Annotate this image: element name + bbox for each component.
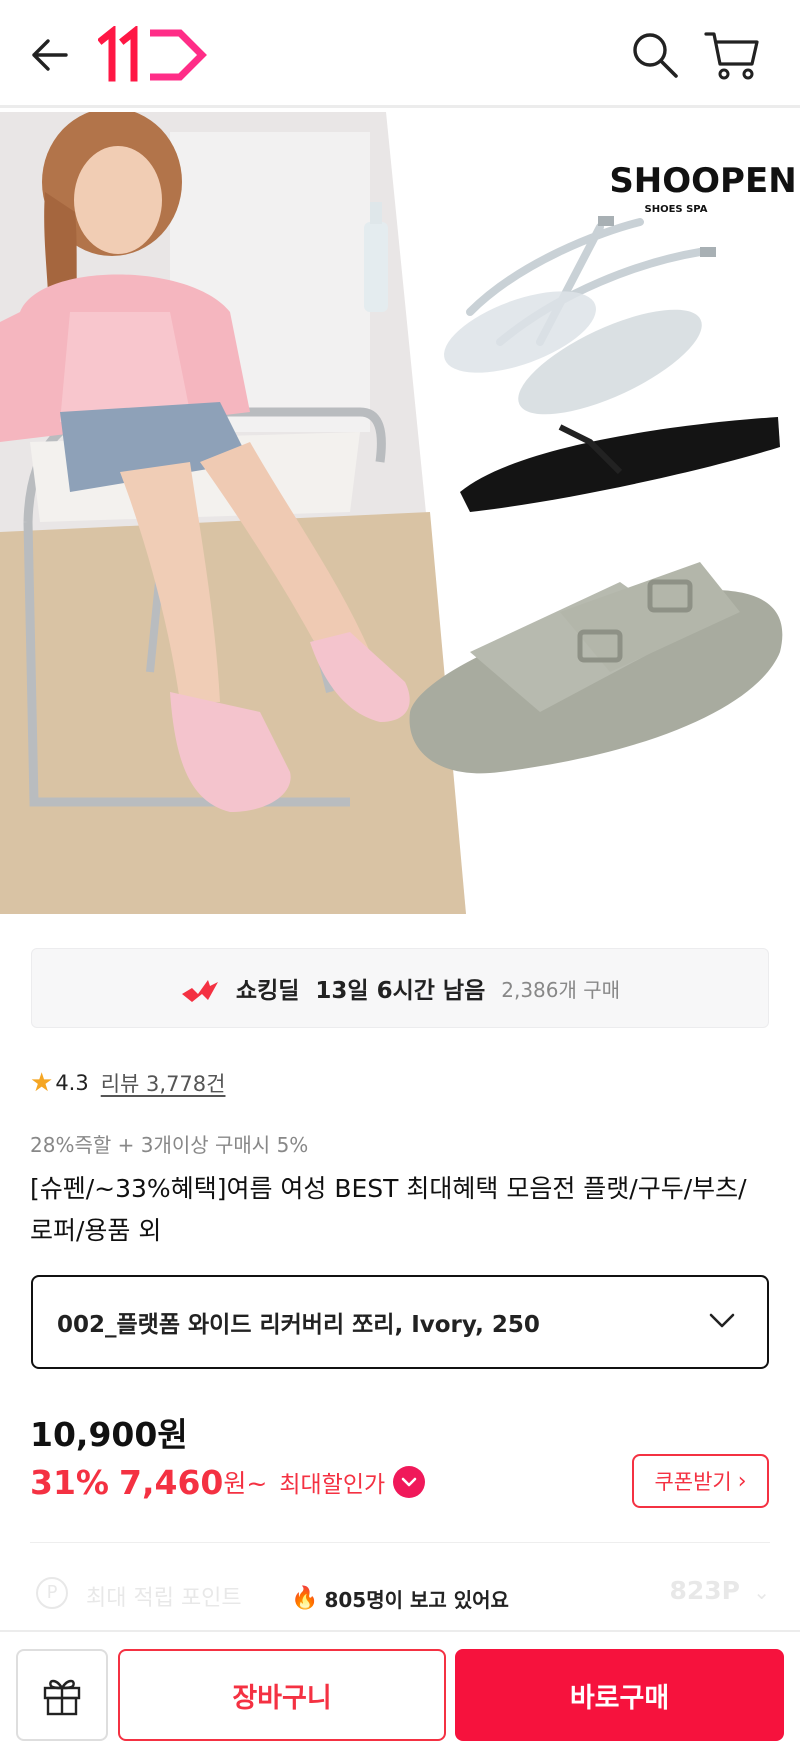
chevron-down-icon: [709, 1313, 735, 1328]
shocking-deal-icon: [181, 980, 218, 1002]
product-title: [슈펜/~33%혜택]여름 여성 BEST 최대혜택 모음전 플랫/구두/부츠/…: [30, 1174, 747, 1245]
top-header: [0, 0, 800, 108]
shocking-deal-banner[interactable]: 쇼킹딜 13일 6시간 남음 2,386개 구매: [31, 948, 769, 1028]
option-selected-value: 002_플랫폼 와이드 리커버리 쪼리, Ivory, 250: [57, 1312, 540, 1338]
rating-value: 4.3: [55, 1071, 89, 1095]
bottom-action-bar: 장바구니 바로구매: [0, 1630, 800, 1758]
search-button[interactable]: [628, 28, 682, 82]
product-image[interactable]: SHOOPEN SHOES SPA: [0, 112, 800, 914]
deal-purchase-count: 2,386개 구매: [501, 977, 621, 1002]
brand-logo-text: SHOOPEN: [609, 161, 796, 201]
points-icon: P: [36, 1577, 68, 1609]
product-detail-page: SHOOPEN SHOES SPA 쇼킹딜 13일 6시간 남음 2,386개 …: [0, 0, 800, 1758]
sale-price: 7,460: [119, 1462, 224, 1502]
gift-button[interactable]: [16, 1649, 108, 1741]
discount-rate: 31%: [30, 1462, 109, 1502]
chevron-down-icon: ⌄: [753, 1580, 770, 1604]
get-coupon-button[interactable]: 쿠폰받기 ›: [632, 1454, 769, 1508]
search-icon: [633, 33, 678, 78]
max-discount-toggle[interactable]: [393, 1466, 426, 1498]
cart-button[interactable]: [702, 28, 762, 82]
sale-price-suffix: 원~: [223, 1469, 268, 1498]
points-label: 최대 적립 포인트: [86, 1586, 242, 1611]
viewers-text: 805명이 보고 있어요: [324, 1587, 509, 1612]
back-button[interactable]: [26, 30, 76, 80]
divider: [30, 1542, 770, 1543]
elevenst-logo[interactable]: [97, 24, 210, 84]
brand-logo-sub: SHOES SPA: [645, 204, 708, 215]
points-value: 823P: [669, 1576, 740, 1605]
buy-now-button[interactable]: 바로구매: [455, 1649, 784, 1741]
star-icon: ★: [30, 1068, 54, 1098]
deal-remaining-time: 13일 6시간 남음: [315, 978, 486, 1004]
live-viewers-toast: 🔥 805명이 보고 있어요: [270, 1578, 530, 1618]
chevron-right-icon: ›: [737, 1468, 747, 1494]
gift-icon: [43, 1679, 81, 1716]
review-count-link[interactable]: 리뷰 3,778건: [101, 1068, 226, 1098]
deal-title: 쇼킹딜: [235, 978, 300, 1004]
add-to-cart-button[interactable]: 장바구니: [118, 1649, 446, 1741]
option-select[interactable]: 002_플랫폼 와이드 리커버리 쪼리, Ivory, 250: [31, 1275, 769, 1369]
fire-icon: 🔥: [291, 1585, 319, 1611]
sale-price-row: 31% 7,460 원~ 최대할인가: [30, 1460, 426, 1504]
cart-icon: [704, 32, 759, 80]
arrow-left-icon: [32, 39, 68, 71]
coupon-button-label: 쿠폰받기: [654, 1470, 732, 1494]
max-discount-label[interactable]: 최대할인가: [279, 1465, 385, 1499]
benefit-summary: 28%즉할 + 3개이상 구매시 5%: [30, 1133, 309, 1157]
rating-row: ★ 4.3 리뷰 3,778건: [30, 1068, 225, 1098]
original-price: 10,900원: [30, 1415, 188, 1454]
chevron-down-icon: [401, 1477, 417, 1487]
